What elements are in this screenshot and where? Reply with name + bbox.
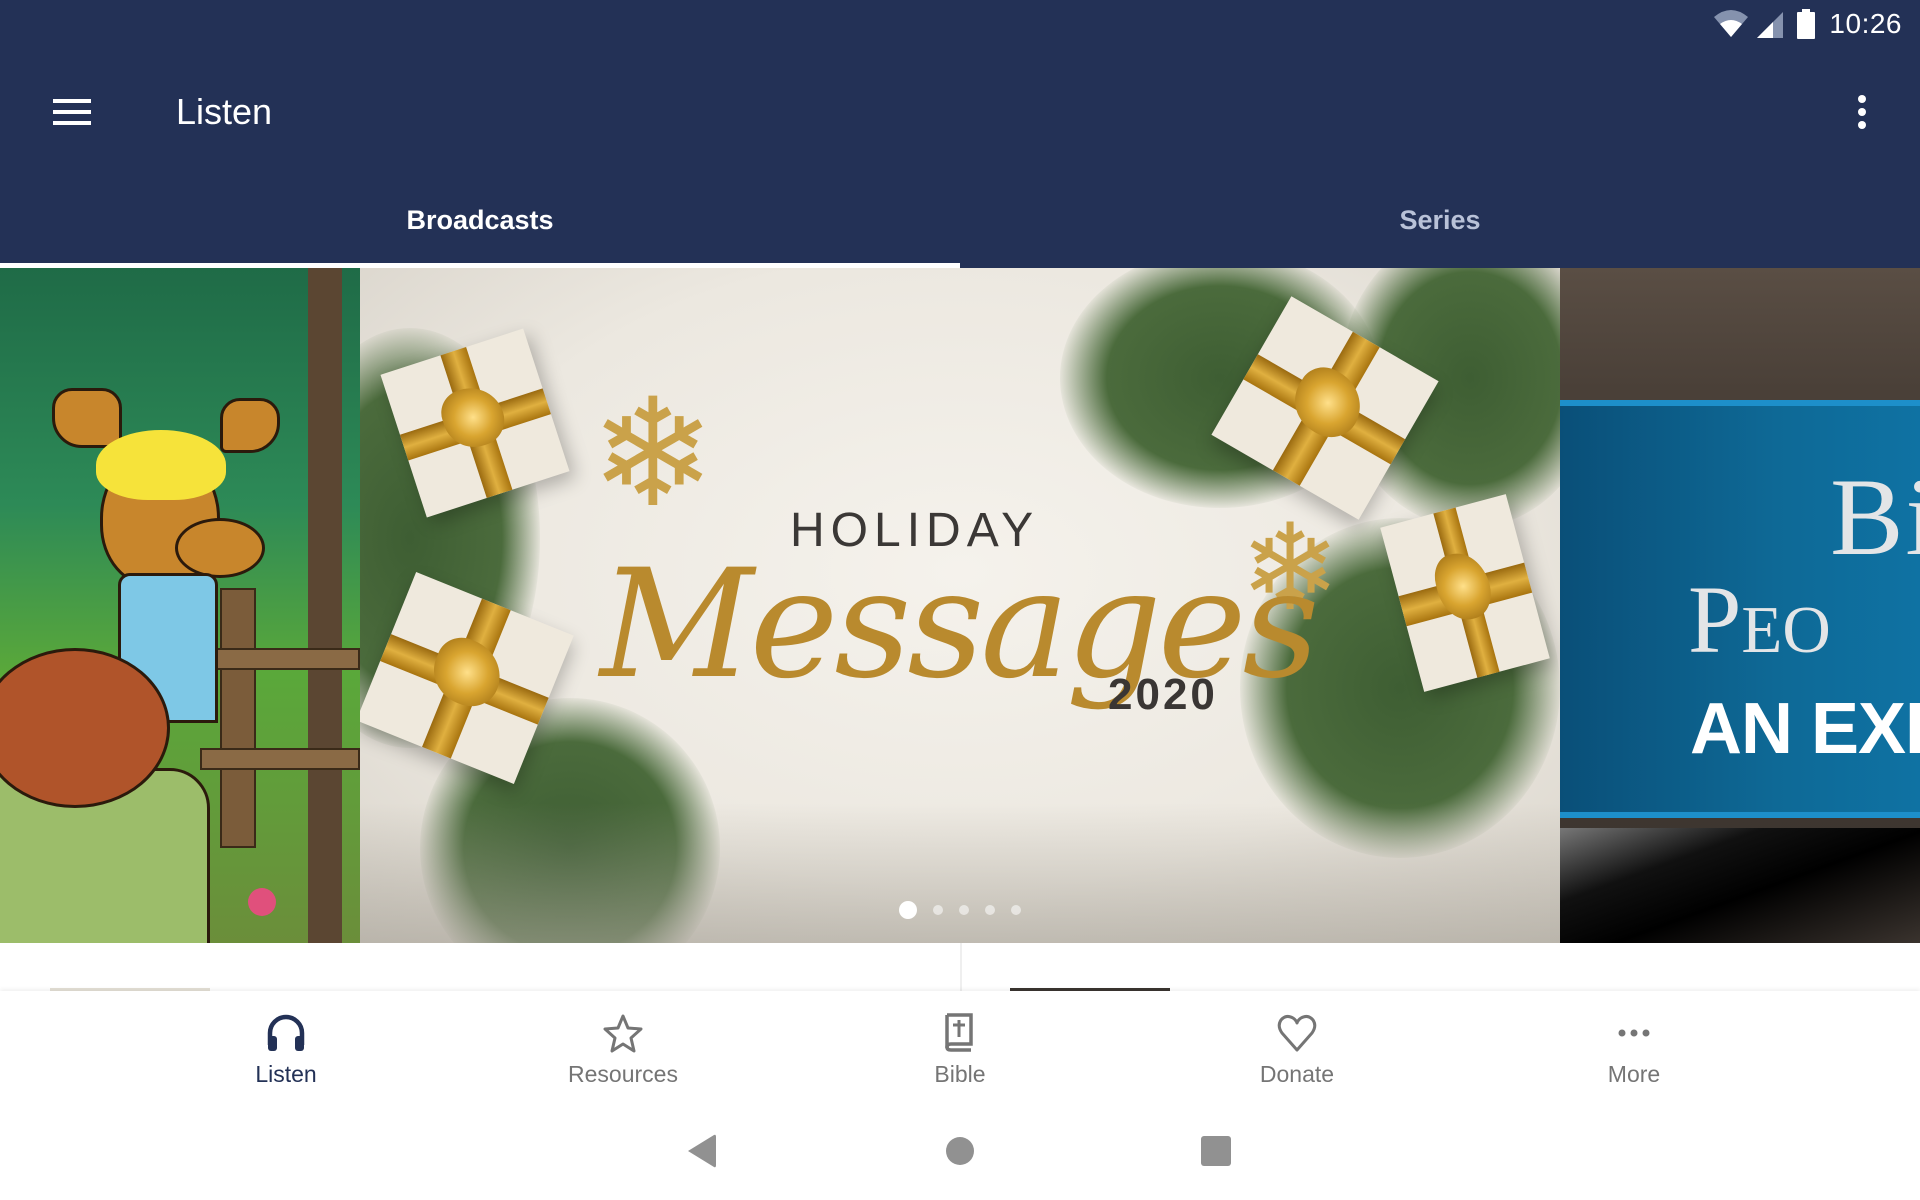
- nav-label: Bible: [934, 1061, 986, 1087]
- more-horiz-icon: [1618, 1029, 1650, 1037]
- nav-label: More: [1607, 1061, 1661, 1087]
- nav-bible[interactable]: Bible: [792, 991, 1129, 1091]
- hamburger-menu-icon: [53, 99, 91, 125]
- system-home-button[interactable]: [930, 1121, 990, 1181]
- battery-icon: [1797, 9, 1816, 39]
- tab-broadcasts[interactable]: Broadcasts: [0, 176, 960, 268]
- status-bar: 10:26: [1713, 0, 1920, 48]
- carousel-slide-next[interactable]: Bi Peo AN EXP: [1560, 268, 1920, 943]
- heart-icon: [1277, 1014, 1317, 1052]
- tab-bar: Broadcasts Series: [0, 176, 1920, 268]
- flower: [248, 888, 276, 916]
- featured-carousel[interactable]: ❄ ❄ HOLIDAY Messages 2020 Bi Peo: [0, 268, 1920, 943]
- carousel-dot[interactable]: [1011, 905, 1021, 915]
- moose-snout: [175, 518, 265, 578]
- column-divider: [960, 943, 962, 991]
- header: 10:26 Listen Broadcasts Series: [0, 0, 1920, 268]
- clock: 10:26: [1829, 8, 1902, 39]
- carousel-dot[interactable]: [959, 905, 969, 915]
- wifi-icon: [1714, 10, 1749, 37]
- page-title: Listen: [176, 91, 273, 132]
- nav-label: Donate: [1259, 1061, 1335, 1087]
- slide-year: 2020: [1108, 670, 1218, 719]
- moose-antler: [52, 388, 122, 448]
- nav-label: Resources: [568, 1061, 678, 1087]
- cell-signal-icon: [1757, 12, 1784, 38]
- back-triangle-icon: [688, 1134, 716, 1168]
- carousel-dot[interactable]: [985, 905, 995, 915]
- snowflake-icon: ❄: [590, 369, 716, 537]
- broadcast-list: [0, 943, 1920, 991]
- slide-banner: Bi Peo AN EXP: [1560, 400, 1920, 818]
- tab-series[interactable]: Series: [960, 176, 1920, 268]
- recents-square-icon: [1201, 1136, 1231, 1166]
- nav-more[interactable]: More: [1466, 991, 1803, 1091]
- moose-antler: [220, 398, 280, 453]
- more-vert-icon: [1858, 95, 1866, 103]
- home-circle-icon: [946, 1137, 974, 1165]
- system-recents-button[interactable]: [1186, 1121, 1246, 1181]
- star-icon: [603, 1014, 643, 1053]
- overflow-menu-button[interactable]: [1826, 76, 1898, 148]
- slide-title-line2: Peo: [1688, 566, 1831, 673]
- carousel-dot[interactable]: [899, 901, 917, 919]
- app-bar: Listen: [0, 48, 1920, 176]
- moose-hair: [96, 430, 226, 500]
- nav-donate[interactable]: Donate: [1129, 991, 1466, 1091]
- nav-resources[interactable]: Resources: [455, 991, 792, 1091]
- headphones-icon: [267, 1014, 305, 1051]
- tab-label: Series: [1399, 204, 1481, 235]
- bottom-navigation: Listen Resources Bible Donate More: [0, 991, 1920, 1091]
- system-navigation-bar: [0, 1091, 1920, 1200]
- nav-listen[interactable]: Listen: [118, 991, 455, 1091]
- hamburger-menu-button[interactable]: [36, 76, 108, 148]
- carousel-slide-prev[interactable]: [0, 268, 360, 943]
- bible-icon: [945, 1013, 973, 1052]
- slide-subtitle: AN EXP: [1690, 689, 1920, 769]
- carousel-dot[interactable]: [933, 905, 943, 915]
- system-back-button[interactable]: [672, 1121, 732, 1181]
- carousel-page-indicator: [360, 901, 1560, 919]
- carousel-slide-current[interactable]: ❄ ❄ HOLIDAY Messages 2020: [360, 268, 1560, 943]
- nav-label: Listen: [255, 1061, 317, 1087]
- tab-label: Broadcasts: [406, 204, 554, 235]
- fence: [200, 588, 360, 848]
- slide-title-line1: Bi: [1830, 456, 1920, 578]
